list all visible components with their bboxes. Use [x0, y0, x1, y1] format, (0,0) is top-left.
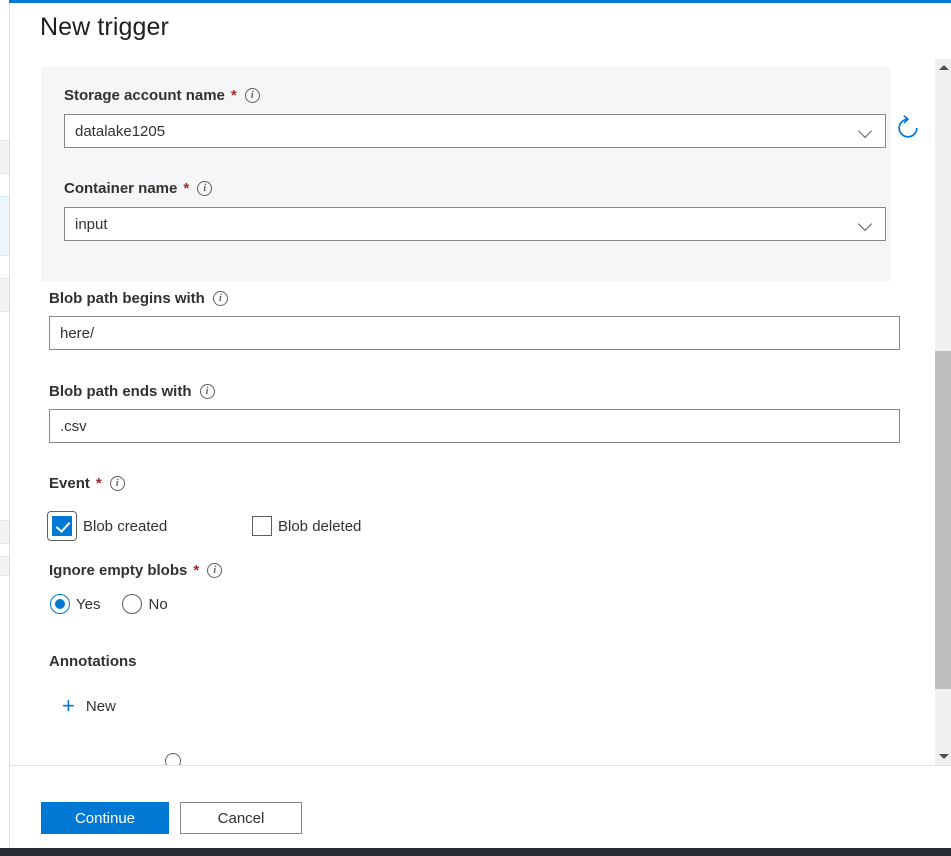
blob-path-begins-label: Blob path begins with — [49, 290, 228, 307]
checkmark-icon — [52, 516, 72, 536]
chevron-down-icon — [859, 217, 873, 231]
info-icon[interactable] — [244, 88, 260, 103]
radio-group-ignore-empty-blobs: Yes No — [50, 594, 190, 614]
background-panel-row — [0, 278, 9, 312]
page-title: New trigger — [40, 13, 169, 41]
storage-account-dropdown[interactable]: datalake1205 — [64, 114, 886, 148]
background-panel-row — [0, 556, 9, 576]
radio-yes[interactable] — [50, 594, 70, 614]
window-bottom-bar — [0, 848, 951, 856]
plus-icon: + — [62, 693, 75, 718]
container-name-value: input — [75, 215, 108, 233]
checkbox-box — [252, 516, 272, 536]
continue-button[interactable]: Continue — [41, 802, 169, 834]
required-marker: * — [95, 475, 102, 492]
add-annotation-button[interactable]: + New — [62, 695, 116, 717]
info-icon[interactable] — [197, 181, 213, 196]
storage-account-label: Storage account name * — [64, 87, 260, 104]
container-name-dropdown[interactable]: input — [64, 207, 886, 241]
event-label-text: Event — [49, 475, 90, 492]
required-marker: * — [183, 180, 190, 197]
annotations-heading: Annotations — [49, 653, 137, 670]
refresh-icon[interactable] — [895, 115, 921, 141]
radio-no[interactable] — [122, 594, 143, 614]
ignore-empty-blobs-label-text: Ignore empty blobs — [49, 562, 188, 579]
background-panel-row-selected — [0, 196, 9, 256]
blob-path-ends-value: .csv — [60, 417, 87, 435]
container-name-label: Container name * — [64, 180, 213, 197]
checkbox-blob-created-label: Blob created — [83, 517, 168, 535]
dialog-content-scroll-region: Storage account name * datalake1205 Cont… — [10, 59, 951, 765]
caret-down-icon[interactable] — [935, 748, 951, 765]
new-trigger-dialog: New trigger Storage account name * datal… — [9, 3, 951, 848]
required-marker: * — [193, 562, 200, 579]
info-icon[interactable] — [212, 291, 228, 306]
radio-no-label: No — [148, 595, 168, 613]
dialog-footer: Continue Cancel — [10, 765, 951, 848]
radio-yes-label: Yes — [76, 595, 101, 613]
add-annotation-label: New — [85, 697, 116, 715]
info-icon — [165, 753, 181, 765]
blob-path-ends-label-text: Blob path ends with — [49, 383, 192, 400]
checkbox-blob-deleted[interactable]: Blob deleted — [252, 516, 361, 536]
info-icon[interactable] — [207, 563, 223, 578]
info-icon[interactable] — [199, 384, 215, 399]
checkbox-blob-deleted-label: Blob deleted — [278, 517, 362, 535]
storage-account-value: datalake1205 — [75, 122, 166, 140]
blob-path-begins-label-text: Blob path begins with — [49, 290, 205, 307]
required-marker: * — [230, 87, 237, 104]
ignore-empty-blobs-label: Ignore empty blobs * — [49, 562, 223, 579]
content-scrollbar[interactable] — [934, 59, 951, 765]
cancel-button[interactable]: Cancel — [180, 802, 302, 834]
background-panel-row — [0, 520, 9, 544]
storage-account-label-text: Storage account name — [64, 87, 225, 104]
blob-path-ends-label: Blob path ends with — [49, 383, 215, 400]
checkbox-blob-created[interactable]: Blob created — [47, 511, 167, 541]
blob-path-ends-input[interactable]: .csv — [49, 409, 900, 443]
checkbox-focus-ring — [47, 511, 77, 541]
blob-path-begins-value: here/ — [60, 324, 95, 342]
event-label: Event * — [49, 475, 125, 492]
chevron-down-icon — [859, 124, 873, 138]
container-name-label-text: Container name — [64, 180, 178, 197]
scrollbar-thumb[interactable] — [935, 351, 951, 689]
info-icon[interactable] — [109, 476, 125, 491]
app-root: New trigger Storage account name * datal… — [0, 0, 951, 856]
blob-path-begins-input[interactable]: here/ — [49, 316, 900, 350]
background-panel-row — [0, 140, 9, 174]
caret-up-icon[interactable] — [935, 59, 951, 76]
